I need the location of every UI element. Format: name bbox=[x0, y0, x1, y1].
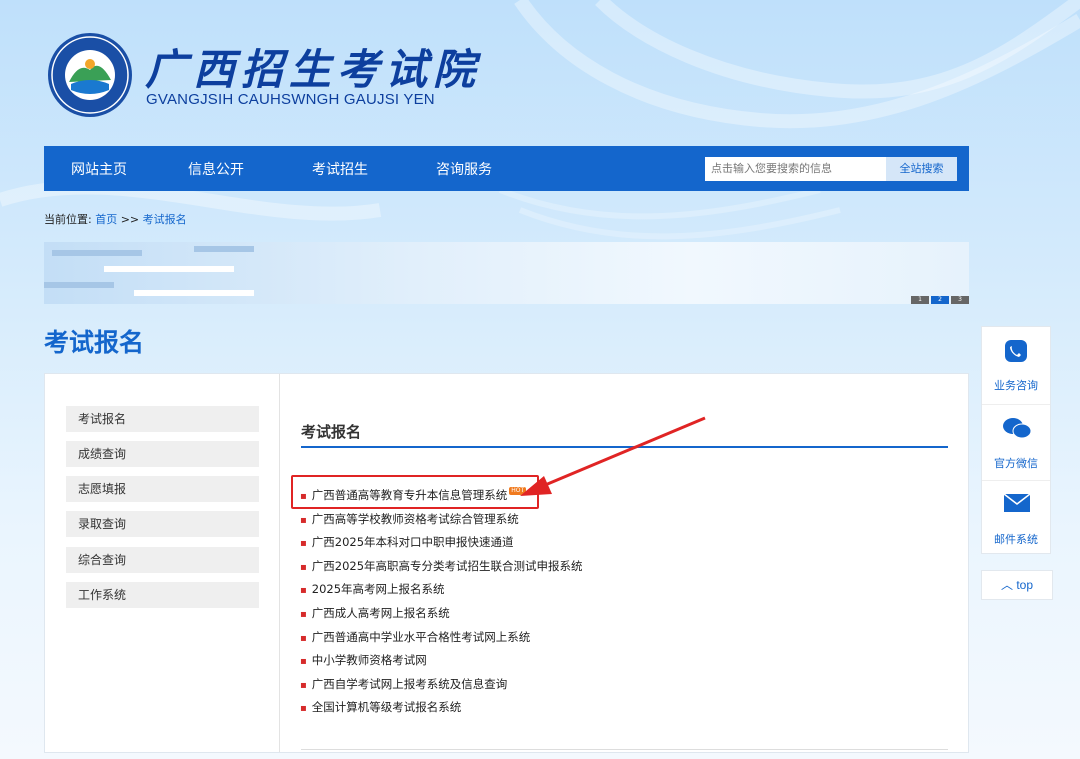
pointer-arrow-icon bbox=[520, 416, 706, 496]
search-button[interactable]: 全站搜索 bbox=[886, 157, 957, 181]
bullet-icon: ▪ bbox=[300, 562, 307, 573]
banner-decor bbox=[134, 290, 254, 296]
list-item[interactable]: ▪ 广西成人高考网上报名系统 bbox=[300, 605, 450, 621]
nav-item-info[interactable]: 信息公开 bbox=[154, 159, 278, 179]
bullet-icon: ▪ bbox=[300, 703, 307, 714]
main-nav: 网站主页 信息公开 考试招生 咨询服务 点击输入您要搜索的信息 全站搜索 bbox=[44, 146, 969, 191]
float-item-label: 邮件系统 bbox=[994, 533, 1038, 546]
float-item-label: 官方微信 bbox=[994, 457, 1038, 470]
list-item[interactable]: ▪ 全国计算机等级考试报名系统 bbox=[300, 699, 461, 715]
list-item[interactable]: ▪ 广西自学考试网上报考系统及信息查询 bbox=[300, 676, 507, 692]
pager-dot-3[interactable]: 3 bbox=[951, 296, 969, 304]
breadcrumb-separator: >> bbox=[120, 213, 140, 226]
back-to-top-label: top bbox=[1016, 578, 1034, 592]
sidebar-item-score-query[interactable]: 成绩查询 bbox=[66, 441, 259, 467]
logo-seal-icon bbox=[48, 33, 132, 117]
phone-chat-icon bbox=[1005, 340, 1027, 362]
float-item-label: 业务咨询 bbox=[994, 379, 1038, 392]
mail-icon bbox=[1003, 493, 1031, 512]
wechat-icon bbox=[1003, 418, 1032, 439]
list-item-label: 广西成人高考网上报名系统 bbox=[311, 606, 450, 620]
list-item[interactable]: ▪ 广西2025年本科对口中职申报快速通道 bbox=[300, 534, 514, 550]
content-title: 考试报名 bbox=[301, 423, 362, 441]
list-item[interactable]: ▪ 2025年高考网上报名系统 bbox=[300, 581, 445, 597]
list-item-label: 广西高等学校教师资格考试综合管理系统 bbox=[311, 512, 519, 526]
nav-item-home[interactable]: 网站主页 bbox=[44, 159, 154, 179]
list-item-label: 2025年高考网上报名系统 bbox=[311, 582, 445, 596]
list-item-label: 全国计算机等级考试报名系统 bbox=[311, 700, 462, 714]
sidebar-item-work-system[interactable]: 工作系统 bbox=[66, 582, 259, 608]
bullet-icon: ▪ bbox=[300, 633, 307, 644]
bullet-icon: ▪ bbox=[300, 680, 307, 691]
float-item-wechat[interactable]: 官方微信 bbox=[982, 404, 1050, 479]
content-bottom-divider bbox=[301, 749, 948, 750]
bullet-icon: ▪ bbox=[300, 609, 307, 620]
search-input[interactable]: 点击输入您要搜索的信息 bbox=[705, 157, 886, 181]
sidebar-item-exam-registration[interactable]: 考试报名 bbox=[66, 406, 259, 432]
list-item[interactable]: ▪ 广西高等学校教师资格考试综合管理系统 bbox=[300, 511, 519, 527]
chevron-up-icon: ︿ bbox=[1000, 578, 1013, 592]
float-item-consult[interactable]: 业务咨询 bbox=[982, 327, 1050, 402]
breadcrumb: 当前位置: 首页 >> 考试报名 bbox=[44, 211, 187, 227]
banner-pager: 1 2 3 bbox=[911, 296, 969, 304]
banner-decor bbox=[194, 246, 254, 252]
breadcrumb-prefix: 当前位置: bbox=[44, 213, 92, 226]
sidebar-item-application[interactable]: 志愿填报 bbox=[66, 476, 259, 502]
site-subtitle: GVANGJSIH CAUHSWNGH GAUJSI YEN bbox=[146, 91, 435, 108]
list-item[interactable]: ▪ 中小学教师资格考试网 bbox=[300, 652, 427, 668]
list-item[interactable]: ▪ 广西普通高中学业水平合格性考试网上系统 bbox=[300, 629, 530, 645]
list-item-label: 广西2025年高职高专分类考试招生联合测试申报系统 bbox=[311, 559, 583, 573]
sidebar-item-admission-query[interactable]: 录取查询 bbox=[66, 511, 259, 537]
page-heading: 考试报名 bbox=[44, 328, 145, 357]
bullet-icon: ▪ bbox=[300, 515, 307, 526]
list-item-label: 广西普通高中学业水平合格性考试网上系统 bbox=[311, 630, 531, 644]
back-to-top-button[interactable]: ︿ top bbox=[981, 570, 1053, 600]
bullet-icon: ▪ bbox=[300, 585, 307, 596]
breadcrumb-home[interactable]: 首页 bbox=[95, 213, 117, 226]
sidebar: 考试报名 成绩查询 志愿填报 录取查询 综合查询 工作系统 bbox=[45, 374, 280, 752]
pager-dot-2[interactable]: 2 bbox=[931, 296, 949, 304]
breadcrumb-current[interactable]: 考试报名 bbox=[143, 213, 187, 226]
banner-decor bbox=[52, 250, 142, 256]
banner-decor bbox=[104, 266, 234, 272]
sidebar-item-general-query[interactable]: 综合查询 bbox=[66, 547, 259, 573]
list-item-label: 广西自学考试网上报考系统及信息查询 bbox=[311, 677, 508, 691]
nav-item-service[interactable]: 咨询服务 bbox=[402, 159, 526, 179]
list-item-label: 中小学教师资格考试网 bbox=[311, 653, 427, 667]
bullet-icon: ▪ bbox=[300, 538, 307, 549]
site-title: 广西招生考试院 bbox=[145, 45, 482, 94]
bullet-icon: ▪ bbox=[300, 656, 307, 667]
float-item-mail[interactable]: 邮件系统 bbox=[982, 480, 1050, 555]
pager-dot-1[interactable]: 1 bbox=[911, 296, 929, 304]
banner: 1 2 3 bbox=[44, 242, 969, 304]
nav-item-exam[interactable]: 考试招生 bbox=[278, 159, 402, 179]
list-item-label: 广西2025年本科对口中职申报快速通道 bbox=[311, 535, 514, 549]
list-item[interactable]: ▪ 广西2025年高职高专分类考试招生联合测试申报系统 bbox=[300, 558, 583, 574]
float-bar: 业务咨询 官方微信 邮件系统 bbox=[981, 326, 1051, 554]
banner-decor bbox=[44, 282, 114, 288]
